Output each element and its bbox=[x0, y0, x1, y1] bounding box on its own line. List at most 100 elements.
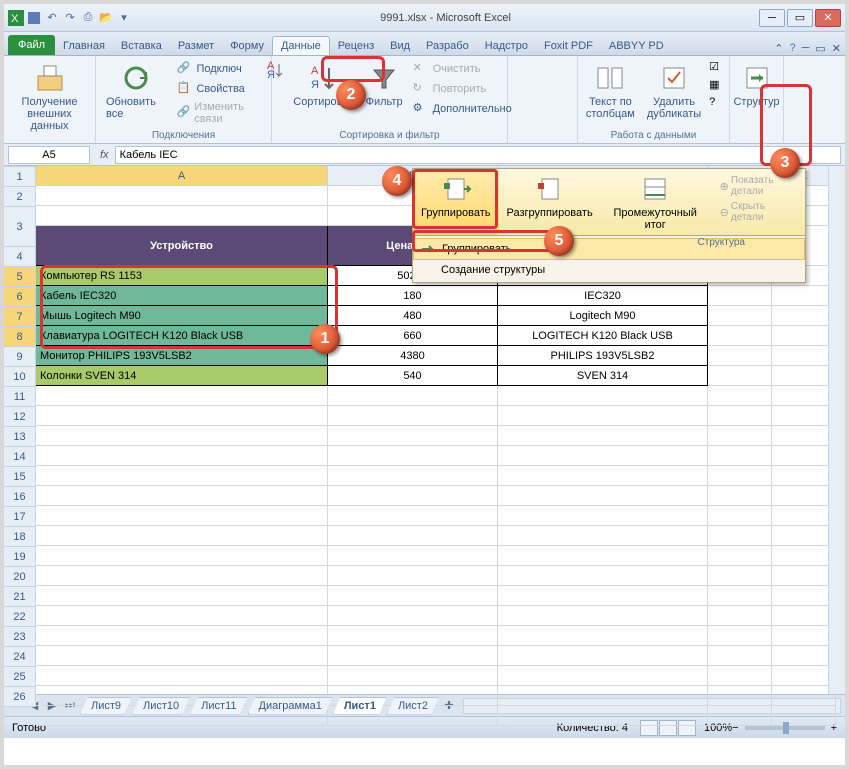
row-header[interactable]: 12 bbox=[4, 407, 36, 427]
help-icon[interactable]: ? bbox=[789, 42, 795, 55]
cell[interactable] bbox=[498, 706, 708, 726]
cell[interactable] bbox=[328, 486, 498, 506]
cell[interactable] bbox=[36, 606, 328, 626]
cell[interactable] bbox=[772, 426, 836, 446]
cell[interactable] bbox=[772, 486, 836, 506]
cell[interactable] bbox=[708, 346, 772, 366]
vertical-scrollbar[interactable] bbox=[828, 166, 845, 694]
cell[interactable] bbox=[772, 646, 836, 666]
sheet-tab[interactable]: Лист11 bbox=[190, 697, 247, 715]
row-header[interactable]: 17 bbox=[4, 507, 36, 527]
cell[interactable] bbox=[498, 586, 708, 606]
cell[interactable] bbox=[708, 286, 772, 306]
cell[interactable] bbox=[708, 506, 772, 526]
cell[interactable] bbox=[328, 406, 498, 426]
external-data-button[interactable]: Получение внешних данных bbox=[10, 60, 89, 134]
minimize-ribbon-icon[interactable]: ⌃ bbox=[774, 42, 783, 55]
cell[interactable] bbox=[498, 426, 708, 446]
row-header[interactable]: 11 bbox=[4, 387, 36, 407]
cell[interactable]: Клавиатура LOGITECH K120 Black USB bbox=[36, 326, 328, 346]
cell[interactable] bbox=[498, 466, 708, 486]
name-box[interactable] bbox=[8, 146, 90, 164]
cell[interactable] bbox=[772, 406, 836, 426]
cell[interactable]: Logitech М90 bbox=[498, 306, 708, 326]
cell[interactable]: 540 bbox=[328, 366, 498, 386]
cell[interactable]: 4380 bbox=[328, 346, 498, 366]
row-header[interactable]: 16 bbox=[4, 487, 36, 507]
cell[interactable] bbox=[498, 526, 708, 546]
undo-icon[interactable]: ↶ bbox=[44, 10, 60, 26]
create-outline-menu-item[interactable]: Создание структуры bbox=[413, 260, 805, 280]
cell[interactable] bbox=[328, 386, 498, 406]
open-icon[interactable]: 📂 bbox=[98, 10, 114, 26]
maximize-button[interactable]: ▭ bbox=[787, 9, 813, 27]
cell[interactable] bbox=[708, 626, 772, 646]
cell[interactable]: Колонки SVEN 314 bbox=[36, 366, 328, 386]
workbook-min-icon[interactable]: ─ bbox=[802, 42, 810, 55]
cell[interactable] bbox=[36, 526, 328, 546]
cell[interactable] bbox=[772, 386, 836, 406]
row-header[interactable]: 13 bbox=[4, 427, 36, 447]
cell[interactable] bbox=[498, 386, 708, 406]
sort-az-button[interactable]: АЯ bbox=[265, 60, 285, 118]
cell[interactable] bbox=[36, 566, 328, 586]
row-header[interactable]: 19 bbox=[4, 547, 36, 567]
cell[interactable] bbox=[708, 406, 772, 426]
cell[interactable] bbox=[772, 446, 836, 466]
cell[interactable] bbox=[36, 626, 328, 646]
cell[interactable] bbox=[772, 546, 836, 566]
cell[interactable] bbox=[772, 306, 836, 326]
remove-duplicates-button[interactable]: Удалить дубликаты bbox=[643, 60, 705, 122]
advanced-button[interactable]: ⚙Дополнительно bbox=[411, 100, 514, 118]
cell[interactable] bbox=[708, 646, 772, 666]
cell[interactable] bbox=[772, 286, 836, 306]
cell[interactable] bbox=[36, 466, 328, 486]
cell[interactable] bbox=[498, 666, 708, 686]
tab-review[interactable]: Реценз bbox=[330, 37, 382, 55]
sheet-tab[interactable]: Лист10 bbox=[132, 697, 190, 715]
row-header[interactable]: 4 bbox=[4, 247, 36, 267]
cell[interactable] bbox=[328, 446, 498, 466]
tab-layout[interactable]: Размет bbox=[170, 37, 222, 55]
filter-button[interactable]: Фильтр bbox=[362, 60, 407, 118]
data-val-icon[interactable]: ☑ bbox=[709, 60, 725, 76]
cell[interactable] bbox=[36, 206, 328, 226]
cell[interactable] bbox=[328, 586, 498, 606]
save-icon[interactable] bbox=[26, 10, 42, 26]
cell[interactable] bbox=[708, 566, 772, 586]
cell[interactable] bbox=[708, 446, 772, 466]
cell[interactable] bbox=[708, 666, 772, 686]
cell[interactable] bbox=[772, 586, 836, 606]
print-icon[interactable]: ⎙ bbox=[80, 10, 96, 26]
row-header[interactable]: 7 bbox=[4, 307, 36, 327]
row-header[interactable]: 1 bbox=[4, 167, 36, 187]
row-header[interactable]: 22 bbox=[4, 607, 36, 627]
row-header[interactable]: 14 bbox=[4, 447, 36, 467]
sheet-tab[interactable]: Лист1 bbox=[333, 697, 387, 715]
row-header[interactable]: 26 bbox=[4, 687, 36, 707]
cell[interactable] bbox=[708, 306, 772, 326]
cell[interactable] bbox=[328, 666, 498, 686]
tab-insert[interactable]: Вставка bbox=[113, 37, 170, 55]
cell[interactable] bbox=[498, 446, 708, 466]
tab-formulas[interactable]: Форму bbox=[222, 37, 272, 55]
properties-button[interactable]: 📋Свойства bbox=[174, 80, 265, 98]
sheet-tab[interactable]: Диаграмма1 bbox=[248, 697, 333, 715]
reapply-button[interactable]: ↻Повторить bbox=[411, 80, 514, 98]
cell[interactable] bbox=[36, 446, 328, 466]
row-header[interactable]: 21 bbox=[4, 587, 36, 607]
cell[interactable] bbox=[708, 386, 772, 406]
tab-view[interactable]: Вид bbox=[382, 37, 418, 55]
redo-icon[interactable]: ↷ bbox=[62, 10, 78, 26]
cell[interactable] bbox=[708, 426, 772, 446]
cell[interactable] bbox=[772, 346, 836, 366]
hide-detail-button[interactable]: ⊖Скрыть детали bbox=[714, 199, 801, 225]
cell[interactable] bbox=[772, 326, 836, 346]
cell[interactable] bbox=[498, 626, 708, 646]
cell[interactable]: 480 bbox=[328, 306, 498, 326]
cell[interactable] bbox=[772, 366, 836, 386]
cell[interactable] bbox=[498, 606, 708, 626]
cell[interactable] bbox=[36, 546, 328, 566]
col-header-a[interactable]: A bbox=[36, 166, 328, 186]
text-to-columns-button[interactable]: Текст по столбцам bbox=[582, 60, 639, 122]
